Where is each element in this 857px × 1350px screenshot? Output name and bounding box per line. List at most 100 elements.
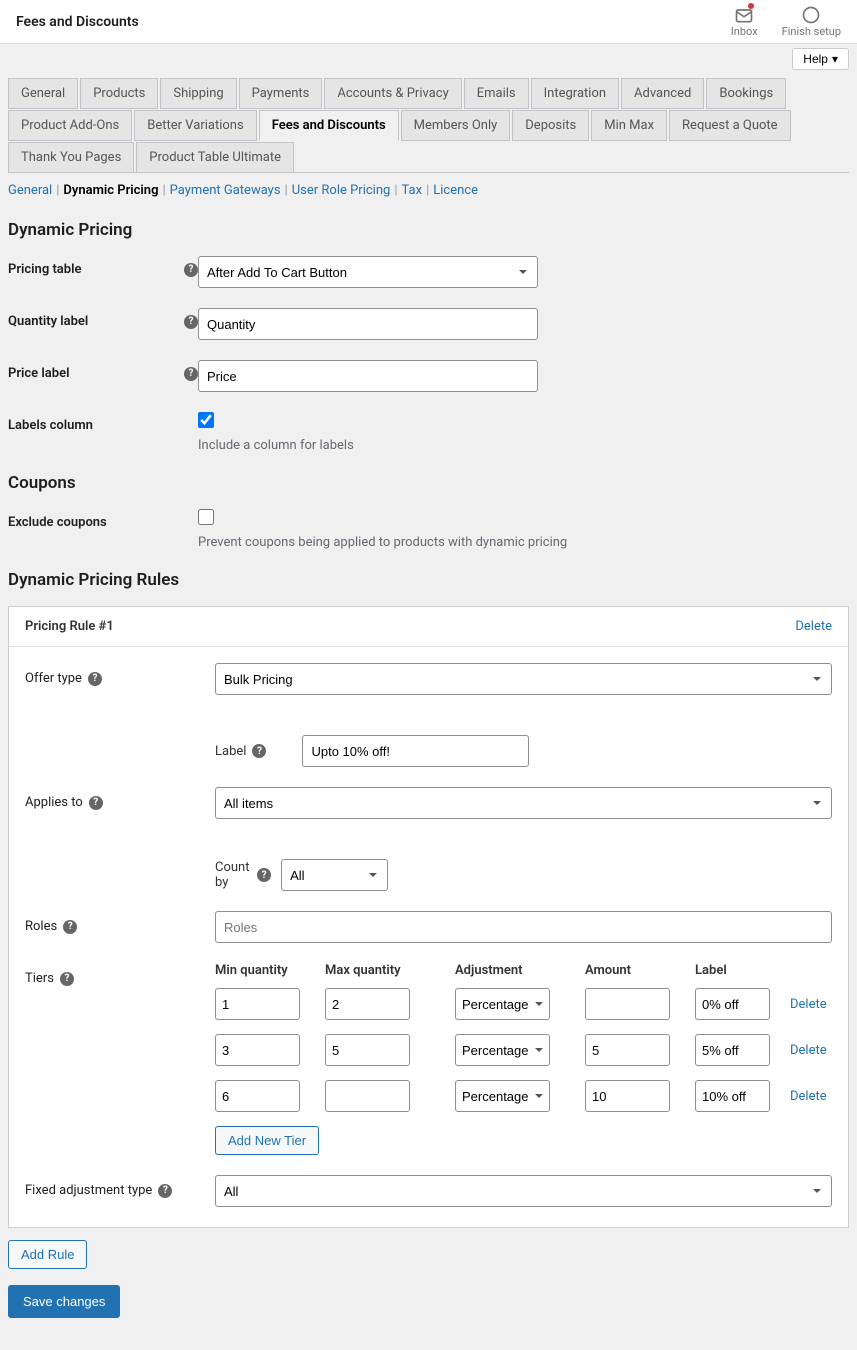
tab-members-only[interactable]: Members Only — [401, 110, 511, 141]
subnav-link-licence[interactable]: Licence — [433, 183, 478, 198]
subnav: General|Dynamic Pricing|Payment Gateways… — [0, 173, 857, 204]
tier-lbl-input[interactable] — [695, 1080, 770, 1112]
subnav-link-tax[interactable]: Tax — [402, 183, 423, 198]
delete-tier-link[interactable]: Delete — [790, 1089, 827, 1104]
offer-type-select[interactable]: Bulk Pricing — [215, 663, 832, 695]
subnav-current: Dynamic Pricing — [63, 183, 158, 198]
tier-adj-select[interactable]: Percentage Discount — [455, 988, 550, 1020]
tab-product-add-ons[interactable]: Product Add-Ons — [8, 110, 132, 141]
offer-type-label: Offer type — [25, 671, 82, 686]
primary-tabs: GeneralProductsShippingPaymentsAccounts … — [0, 70, 857, 172]
subnav-link-user-role-pricing[interactable]: User Role Pricing — [292, 183, 391, 198]
delete-tier-link[interactable]: Delete — [790, 997, 827, 1012]
count-by-select[interactable]: All — [281, 859, 388, 891]
help-icon[interactable]: ? — [60, 972, 74, 986]
circle-icon — [801, 5, 821, 25]
tier-header-max: Max quantity — [325, 963, 455, 978]
tier-header-amt: Amount — [585, 963, 695, 978]
help-icon[interactable]: ? — [257, 868, 271, 882]
pricing-table-select[interactable]: After Add To Cart Button — [198, 256, 538, 288]
inbox-button[interactable]: Inbox — [731, 5, 758, 38]
tier-max-input[interactable] — [325, 1080, 410, 1112]
save-changes-button[interactable]: Save changes — [8, 1285, 120, 1318]
quantity-label-input[interactable] — [198, 308, 538, 340]
tab-product-table-ultimate[interactable]: Product Table Ultimate — [136, 142, 294, 173]
tab-bookings[interactable]: Bookings — [706, 78, 786, 109]
tab-better-variations[interactable]: Better Variations — [134, 110, 256, 141]
tiers-header: Min quantity Max quantity Adjustment Amo… — [215, 963, 850, 978]
tab-request-a-quote[interactable]: Request a Quote — [669, 110, 791, 141]
help-icon[interactable]: ? — [252, 744, 266, 758]
help-button[interactable]: Help ▾ — [792, 48, 849, 70]
help-icon[interactable]: ? — [88, 672, 102, 686]
topbar: Fees and Discounts Inbox Finish setup — [0, 0, 857, 44]
rule-title: Pricing Rule #1 — [25, 619, 114, 634]
exclude-coupons-help: Prevent coupons being applied to product… — [198, 535, 838, 550]
roles-label: Roles — [25, 919, 57, 934]
tier-min-input[interactable] — [215, 1034, 300, 1066]
help-icon[interactable]: ? — [184, 263, 198, 277]
tier-row: Percentage Discount Delete — [215, 1034, 850, 1066]
applies-to-select[interactable]: All items — [215, 787, 832, 819]
add-rule-button[interactable]: Add Rule — [8, 1240, 87, 1269]
pricing-rule-card: Pricing Rule #1 Delete Offer type ? Bulk… — [8, 606, 849, 1228]
tab-deposits[interactable]: Deposits — [512, 110, 589, 141]
price-label-input[interactable] — [198, 360, 538, 392]
help-icon[interactable]: ? — [184, 315, 198, 329]
tier-row: Percentage Discount Delete — [215, 988, 850, 1020]
chevron-down-icon: ▾ — [832, 52, 838, 66]
tier-header-min: Min quantity — [215, 963, 325, 978]
help-icon[interactable]: ? — [158, 1184, 172, 1198]
tier-adj-select[interactable]: Percentage Discount — [455, 1080, 550, 1112]
tier-max-input[interactable] — [325, 988, 410, 1020]
finish-setup-button[interactable]: Finish setup — [782, 5, 841, 38]
tab-payments[interactable]: Payments — [239, 78, 323, 109]
tab-thank-you-pages[interactable]: Thank You Pages — [8, 142, 134, 173]
tab-emails[interactable]: Emails — [464, 78, 529, 109]
tab-advanced[interactable]: Advanced — [621, 78, 704, 109]
tab-integration[interactable]: Integration — [531, 78, 619, 109]
tier-amt-input[interactable] — [585, 1080, 670, 1112]
labels-column-label: Labels column — [8, 418, 93, 433]
exclude-coupons-label: Exclude coupons — [8, 515, 107, 530]
labels-column-checkbox[interactable] — [198, 412, 214, 428]
tier-row: Percentage Discount Delete — [215, 1080, 850, 1112]
help-icon[interactable]: ? — [89, 796, 103, 810]
price-label-label: Price label — [8, 366, 69, 381]
applies-to-label: Applies to — [25, 795, 83, 810]
tier-header-lbl: Label — [695, 963, 790, 978]
tier-max-input[interactable] — [325, 1034, 410, 1066]
fixed-adj-label: Fixed adjustment type — [25, 1183, 152, 1198]
tab-shipping[interactable]: Shipping — [160, 78, 236, 109]
subnav-link-payment-gateways[interactable]: Payment Gateways — [170, 183, 281, 198]
section-rules: Dynamic Pricing Rules — [8, 570, 849, 590]
tier-adj-select[interactable]: Percentage Discount — [455, 1034, 550, 1066]
tier-min-input[interactable] — [215, 1080, 300, 1112]
subnav-link-general[interactable]: General — [8, 183, 52, 198]
tier-amt-input[interactable] — [585, 1034, 670, 1066]
tier-lbl-input[interactable] — [695, 1034, 770, 1066]
delete-rule-link[interactable]: Delete — [795, 619, 832, 634]
rule-label-input[interactable] — [302, 735, 529, 767]
tier-min-input[interactable] — [215, 988, 300, 1020]
quantity-label-label: Quantity label — [8, 314, 88, 329]
labels-column-help: Include a column for labels — [198, 438, 538, 453]
label-field-label: Label — [215, 744, 246, 759]
exclude-coupons-checkbox[interactable] — [198, 509, 214, 525]
help-icon[interactable]: ? — [184, 367, 198, 381]
fixed-adj-select[interactable]: All — [215, 1175, 832, 1207]
delete-tier-link[interactable]: Delete — [790, 1043, 827, 1058]
tier-lbl-input[interactable] — [695, 988, 770, 1020]
help-icon[interactable]: ? — [63, 920, 77, 934]
tab-fees-and-discounts[interactable]: Fees and Discounts — [259, 110, 399, 141]
tier-amt-input[interactable] — [585, 988, 670, 1020]
tab-products[interactable]: Products — [80, 78, 158, 109]
finish-setup-label: Finish setup — [782, 25, 841, 38]
add-tier-button[interactable]: Add New Tier — [215, 1126, 319, 1155]
roles-input[interactable] — [215, 911, 832, 943]
tab-min-max[interactable]: Min Max — [591, 110, 667, 141]
tab-general[interactable]: General — [8, 78, 78, 109]
tab-accounts-privacy[interactable]: Accounts & Privacy — [324, 78, 461, 109]
notification-dot-icon — [748, 3, 754, 9]
section-coupons: Coupons — [8, 473, 849, 493]
